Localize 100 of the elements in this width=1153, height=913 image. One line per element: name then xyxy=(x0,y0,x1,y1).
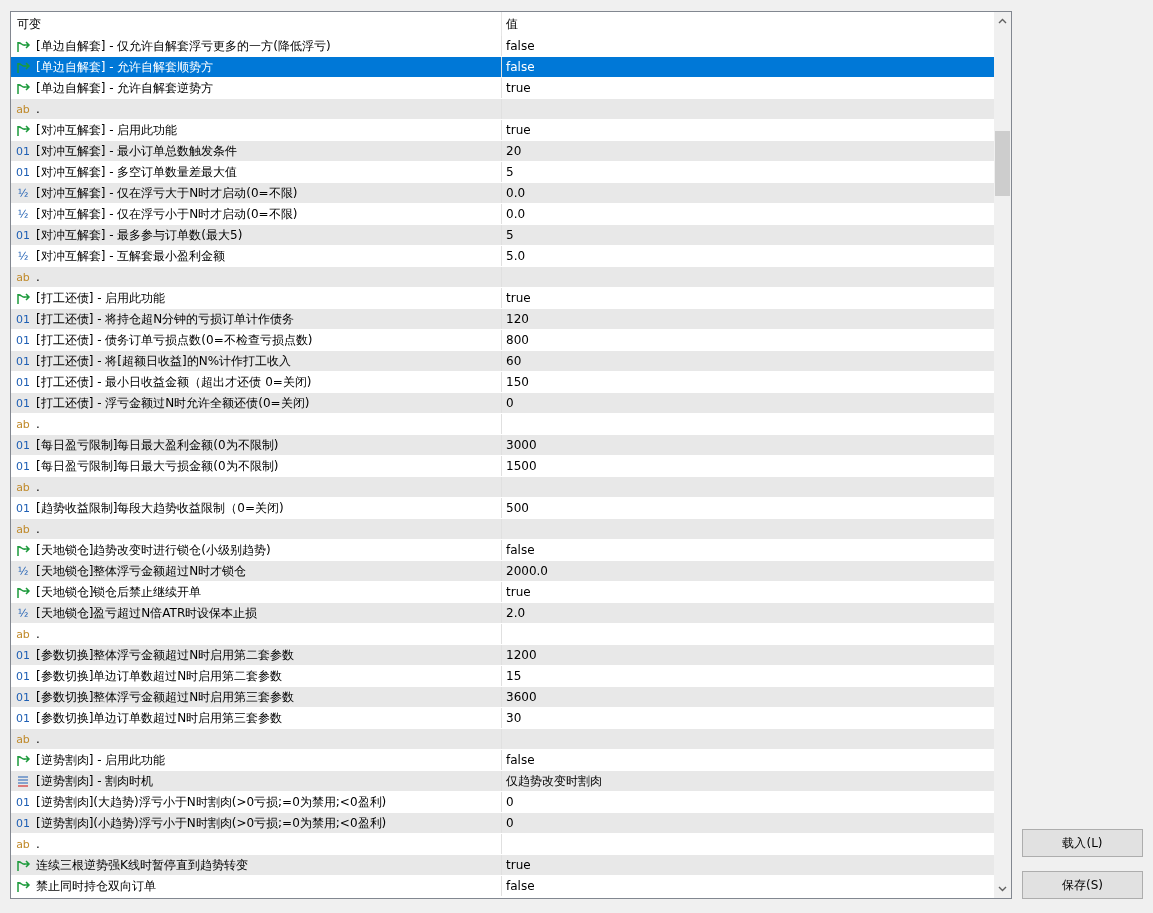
parameter-name: [趋势收益限制]每段大趋势收益限制（0=关闭) xyxy=(36,500,284,517)
parameter-row[interactable]: [单边自解套] - 允许自解套顺势方 false xyxy=(11,57,994,78)
parameter-value: 0.0 xyxy=(506,186,526,200)
parameter-name: . xyxy=(36,626,40,643)
type-icon: ½ xyxy=(15,208,31,220)
branch-arrow-icon xyxy=(15,60,31,74)
type-icon: ab xyxy=(15,103,31,115)
parameter-name: [天地锁仓]整体浮亏金额超过N时才锁仓 xyxy=(36,563,247,580)
parameter-name: . xyxy=(36,269,40,286)
type-icon: ab xyxy=(15,733,31,745)
parameter-row[interactable]: 01 [参数切换]整体浮亏金额超过N时启用第三套参数 3600 xyxy=(11,687,994,708)
parameter-row[interactable]: 01 [对冲互解套] - 最小订单总数触发条件 20 xyxy=(11,141,994,162)
parameter-value: true xyxy=(506,123,531,137)
branch-arrow-icon xyxy=(15,81,31,95)
parameter-name: . xyxy=(36,101,40,118)
type-icon: 01 xyxy=(15,334,31,346)
parameter-row[interactable]: 01 [打工还债] - 将[超额日收益]的N%计作打工收入 60 xyxy=(11,351,994,372)
type-icon: ab xyxy=(15,628,31,640)
parameter-value: true xyxy=(506,858,531,872)
branch-arrow-icon xyxy=(15,291,31,305)
parameter-row[interactable]: ½ [对冲互解套] - 仅在浮亏大于N时才启动(0=不限) 0.0 xyxy=(11,183,994,204)
column-header[interactable]: 可变 xyxy=(11,12,502,36)
parameter-value: 15 xyxy=(506,669,522,683)
scroll-up-icon[interactable] xyxy=(998,18,1007,24)
parameter-value: 3600 xyxy=(506,690,537,704)
parameter-value: 150 xyxy=(506,375,529,389)
type-icon: ½ xyxy=(15,250,31,262)
load-button[interactable]: 载入(L) xyxy=(1022,829,1143,857)
parameter-name: [打工还债] - 将持仓超N分钟的亏损订单计作债务 xyxy=(36,311,295,328)
scrollbar[interactable] xyxy=(994,12,1011,898)
type-icon: ab xyxy=(15,418,31,430)
parameter-row[interactable]: 01 [对冲互解套] - 最多参与订单数(最大5) 5 xyxy=(11,225,994,246)
type-icon: 01 xyxy=(15,355,31,367)
type-icon: 01 xyxy=(15,691,31,703)
parameter-value: 3000 xyxy=(506,438,537,452)
scroll-down-icon[interactable] xyxy=(998,886,1007,892)
parameter-value: 0.0 xyxy=(506,207,526,221)
parameter-name: [对冲互解套] - 启用此功能 xyxy=(36,122,178,139)
parameter-value: 5.0 xyxy=(506,249,526,263)
parameter-row[interactable]: 01 [逆势割肉](小趋势)浮亏小于N时割肉(>0亏损;=0为禁用;<0盈利) 0 xyxy=(11,813,994,834)
type-icon: ½ xyxy=(15,187,31,199)
parameter-name: . xyxy=(36,731,40,748)
parameter-value: true xyxy=(506,585,531,599)
parameter-row[interactable]: 01 [打工还债] - 将持仓超N分钟的亏损订单计作债务 120 xyxy=(11,309,994,330)
type-icon: 01 xyxy=(15,502,31,514)
parameter-name: [参数切换]单边订单数超过N时启用第二套参数 xyxy=(36,668,283,685)
type-icon: 01 xyxy=(15,166,31,178)
parameter-value: 60 xyxy=(506,354,522,368)
parameter-value: 1200 xyxy=(506,648,537,662)
type-icon: ab xyxy=(15,838,31,850)
parameter-row[interactable]: ½ [天地锁仓]盈亏超过N倍ATR时设保本止损 2.0 xyxy=(11,603,994,624)
parameter-row[interactable]: 连续三根逆势强K线时暂停直到趋势转变 true xyxy=(11,855,994,876)
parameter-name: [参数切换]整体浮亏金额超过N时启用第二套参数 xyxy=(36,647,295,664)
parameter-value: 30 xyxy=(506,711,522,725)
save-button[interactable]: 保存(S) xyxy=(1022,871,1143,899)
parameter-row[interactable]: 01 [每日盈亏限制]每日最大盈利金额(0为不限制) 3000 xyxy=(11,435,994,456)
scrollbar-thumb[interactable] xyxy=(995,131,1010,196)
parameter-name: . xyxy=(36,836,40,853)
type-icon: ab xyxy=(15,523,31,535)
parameter-value: false xyxy=(506,60,535,74)
type-icon: ab xyxy=(15,271,31,283)
parameter-name: [对冲互解套] - 互解套最小盈利金额 xyxy=(36,248,226,265)
parameter-name: [对冲互解套] - 仅在浮亏小于N时才启动(0=不限) xyxy=(36,206,298,223)
type-icon: 01 xyxy=(15,817,31,829)
parameter-row[interactable]: ab . xyxy=(11,519,994,540)
parameter-row[interactable]: 01 [参数切换]整体浮亏金额超过N时启用第二套参数 1200 xyxy=(11,645,994,666)
parameter-value: 5 xyxy=(506,165,514,179)
parameter-name: . xyxy=(36,521,40,538)
parameter-name: [打工还债] - 启用此功能 xyxy=(36,290,166,307)
parameter-value: 仅趋势改变时割肉 xyxy=(506,774,602,788)
parameter-row[interactable]: ab . xyxy=(11,729,994,750)
parameter-name: [逆势割肉](小趋势)浮亏小于N时割肉(>0亏损;=0为禁用;<0盈利) xyxy=(36,815,387,832)
parameter-value: false xyxy=(506,879,535,893)
type-icon: 01 xyxy=(15,796,31,808)
parameter-value: true xyxy=(506,81,531,95)
parameter-row[interactable]: [逆势割肉] - 割肉时机 仅趋势改变时割肉 xyxy=(11,771,994,792)
parameter-value: 2.0 xyxy=(506,606,526,620)
parameter-row[interactable]: 禁止同时持仓双向订单 false xyxy=(11,876,994,897)
parameter-row[interactable]: ab . xyxy=(11,477,994,498)
parameter-value: 800 xyxy=(506,333,529,347)
type-icon: ½ xyxy=(15,607,31,619)
parameter-row[interactable]: ab . xyxy=(11,267,994,288)
parameter-name: . xyxy=(36,416,40,433)
type-icon: 01 xyxy=(15,376,31,388)
branch-arrow-icon xyxy=(15,879,31,893)
parameter-name: [参数切换]整体浮亏金额超过N时启用第三套参数 xyxy=(36,689,295,706)
parameter-name: [单边自解套] - 仅允许自解套浮亏更多的一方(降低浮亏) xyxy=(36,38,331,55)
column-header[interactable]: 值 xyxy=(502,15,518,33)
parameter-name: [天地锁仓]盈亏超过N倍ATR时设保本止损 xyxy=(36,605,258,622)
parameter-value: false xyxy=(506,39,535,53)
parameter-name: [单边自解套] - 允许自解套顺势方 xyxy=(36,59,214,76)
parameter-row[interactable]: ab . xyxy=(11,99,994,120)
parameter-value: 120 xyxy=(506,312,529,326)
parameter-row[interactable]: 01 [打工还债] - 浮亏金额过N时允许全额还债(0=关闭) 0 xyxy=(11,393,994,414)
parameter-row[interactable]: ½ [天地锁仓]整体浮亏金额超过N时才锁仓 2000.0 xyxy=(11,561,994,582)
parameter-name: 连续三根逆势强K线时暂停直到趋势转变 xyxy=(36,857,248,874)
parameter-name: [每日盈亏限制]每日最大盈利金额(0为不限制) xyxy=(36,437,279,454)
type-icon: 01 xyxy=(15,460,31,472)
parameter-value: 0 xyxy=(506,795,514,809)
parameter-name: [对冲互解套] - 最小订单总数触发条件 xyxy=(36,143,238,160)
